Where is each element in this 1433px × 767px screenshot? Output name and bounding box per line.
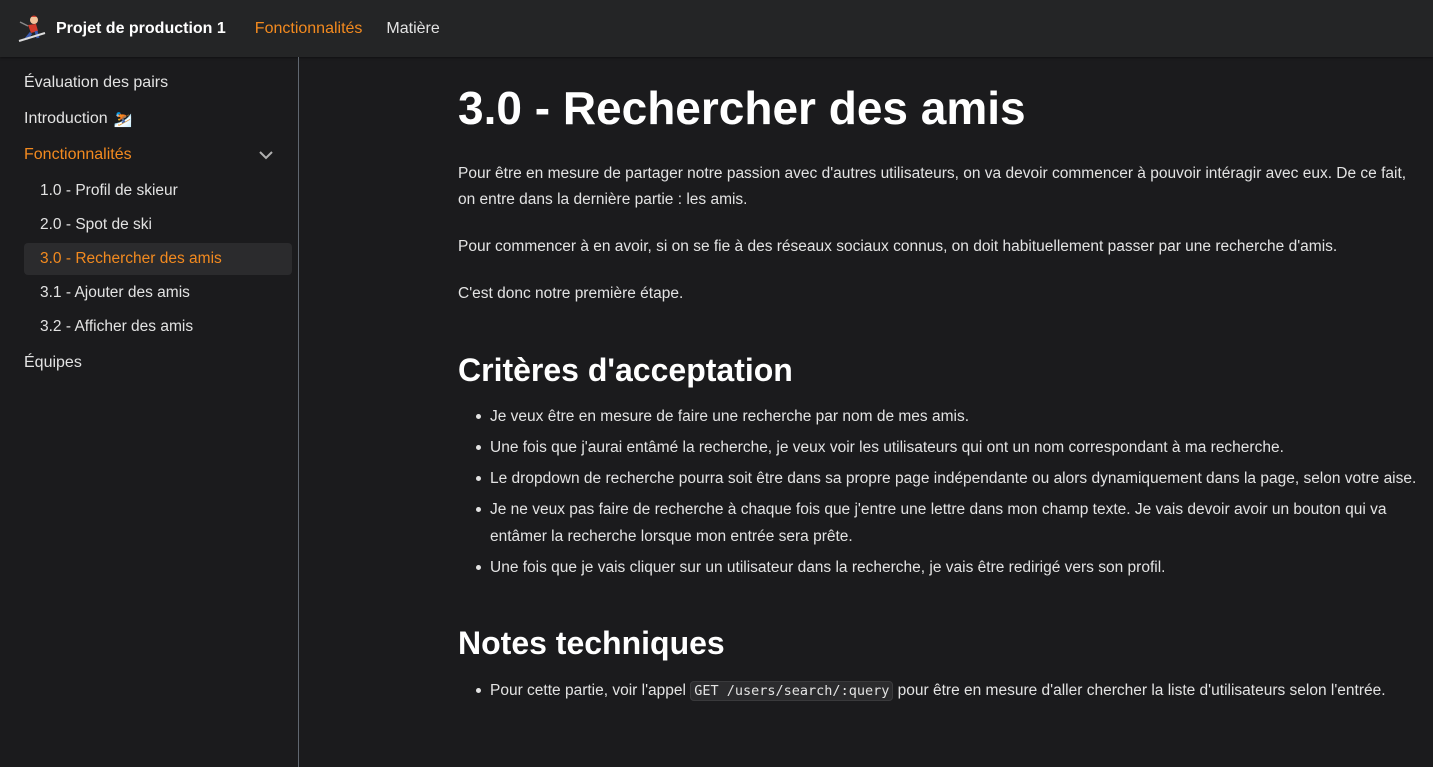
sidebar-item-equipes[interactable]: Équipes xyxy=(24,345,290,381)
sidebar-item-label: 1.0 - Profil de skieur xyxy=(40,182,178,199)
sidebar-item-label: Introduction xyxy=(24,110,108,127)
sidebar-item-evaluation[interactable]: Évaluation des pairs xyxy=(24,65,290,101)
criteria-heading: Critères d'acceptation xyxy=(458,352,793,388)
intro-paragraph: Pour être en mesure de partager notre pa… xyxy=(458,165,1407,208)
page-title: 3.0 - Rechercher des amis xyxy=(458,82,1026,134)
intro-paragraph: Pour commencer à en avoir, si on se fie … xyxy=(458,238,1338,255)
note-text: pour être en mesure d'aller chercher la … xyxy=(893,682,1386,699)
sidebar-subitem-rechercher-amis[interactable]: 3.0 - Rechercher des amis xyxy=(24,243,292,275)
list-item: Une fois que j'aurai entâmé la recherche… xyxy=(476,434,1418,461)
sidebar-item-label: 3.1 - Ajouter des amis xyxy=(40,284,190,301)
list-item: Je ne veux pas faire de recherche à chaq… xyxy=(476,496,1418,550)
sidebar-item-label: Équipes xyxy=(24,354,82,371)
skier-logo-icon xyxy=(18,15,46,42)
top-navbar: Projet de production 1 Fonctionnalités M… xyxy=(0,0,1433,57)
list-item: Le dropdown de recherche pourra soit êtr… xyxy=(476,465,1418,492)
sidebar-item-label: Fonctionnalités xyxy=(24,146,132,163)
inline-code: GET /users/search/:query xyxy=(690,681,894,701)
skier-emoji-icon: ⛷️ xyxy=(113,111,133,128)
brand-link[interactable]: Projet de production 1 xyxy=(16,13,226,45)
sidebar-item-fonctionnalites[interactable]: Fonctionnalités xyxy=(24,137,290,173)
sidebar-subitem-ajouter-amis[interactable]: 3.1 - Ajouter des amis xyxy=(24,277,292,309)
nav-link-matiere[interactable]: Matière xyxy=(386,20,439,38)
sidebar-item-label: 3.2 - Afficher des amis xyxy=(40,318,194,335)
docs-sidebar: Évaluation des pairs Introduction ⛷️ Fon… xyxy=(0,57,299,767)
list-item: Pour cette partie, voir l'appel GET /use… xyxy=(476,677,1418,705)
criteria-list: Je veux être en mesure de faire une rech… xyxy=(458,403,1418,581)
sidebar-item-introduction[interactable]: Introduction ⛷️ xyxy=(24,101,290,137)
sidebar-item-label: Évaluation des pairs xyxy=(24,74,169,91)
note-text: Pour cette partie, voir l'appel xyxy=(490,682,691,699)
sidebar-subitem-afficher-amis[interactable]: 3.2 - Afficher des amis xyxy=(24,311,292,343)
list-item: Je veux être en mesure de faire une rech… xyxy=(476,403,1418,430)
nav-link-fonctionnalites[interactable]: Fonctionnalités xyxy=(255,20,363,38)
sidebar-item-label: 2.0 - Spot de ski xyxy=(40,216,153,233)
sidebar-subitem-profil-skieur[interactable]: 1.0 - Profil de skieur xyxy=(24,175,292,207)
chevron-down-icon[interactable] xyxy=(256,145,276,165)
list-item: Une fois que je vais cliquer sur un util… xyxy=(476,554,1418,581)
sidebar-item-label: 3.0 - Rechercher des amis xyxy=(40,250,222,267)
notes-heading: Notes techniques xyxy=(458,625,725,661)
notes-list: Pour cette partie, voir l'appel GET /use… xyxy=(458,677,1418,705)
intro-paragraph: C'est donc notre première étape. xyxy=(458,285,684,302)
sidebar-subitem-spot-ski[interactable]: 2.0 - Spot de ski xyxy=(24,209,292,241)
article-content: 3.0 - Rechercher des amis Pour être en m… xyxy=(458,57,1418,709)
site-title: Projet de production 1 xyxy=(56,19,226,37)
